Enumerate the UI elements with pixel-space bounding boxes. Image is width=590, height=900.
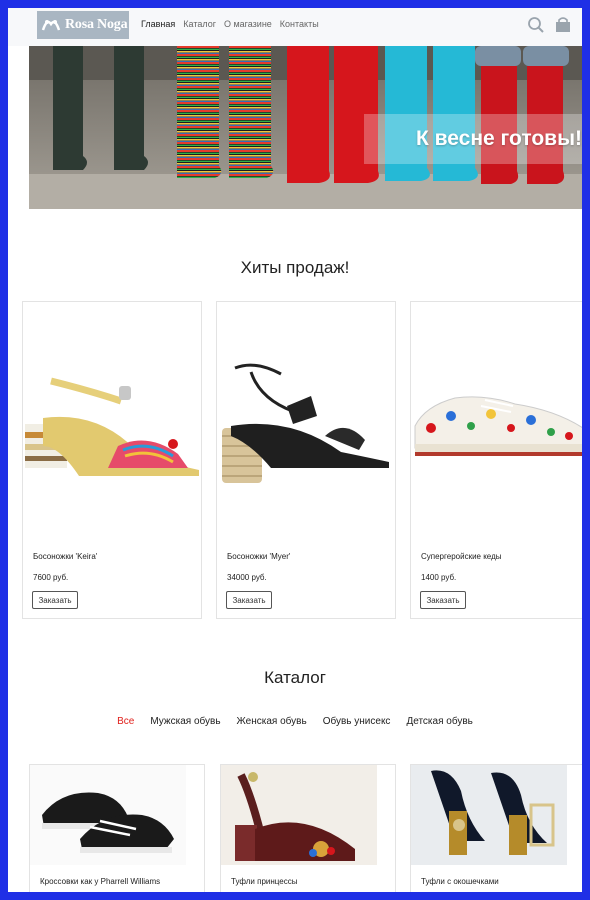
product-price: 1400 руб. <box>421 573 457 582</box>
order-button[interactable]: Заказать <box>420 591 466 609</box>
catalog-card[interactable]: Кроссовки как у Pharrell Williams <box>29 764 205 892</box>
filter-men[interactable]: Мужская обувь <box>150 716 220 727</box>
catalog-product-name: Кроссовки как у Pharrell Williams <box>40 877 161 886</box>
hero-headline: К весне готовы! <box>415 127 582 150</box>
search-icon[interactable] <box>527 16 545 34</box>
logo-mark-icon <box>41 20 61 31</box>
hero-headline-box: К весне готовы! <box>364 114 582 164</box>
sandal-keira-image <box>25 377 199 476</box>
product-card[interactable]: Супергеройские кеды 1400 руб. Заказать <box>410 301 582 619</box>
product-name: Босоножки 'Keira' <box>33 552 98 561</box>
product-name: Босоножки 'Myer' <box>227 552 291 561</box>
product-card[interactable]: Босоножки 'Myer' 34000 руб. Заказать <box>216 301 396 619</box>
product-name: Супергеройские кеды <box>421 552 502 561</box>
catalog-title: Каталог <box>264 668 326 687</box>
filter-women[interactable]: Женская обувь <box>237 716 307 727</box>
nav-contacts[interactable]: Контакты <box>280 19 319 29</box>
hits-title: Хиты продаж! <box>240 258 350 277</box>
order-button[interactable]: Заказать <box>32 591 78 609</box>
princess-shoes-image <box>221 765 377 865</box>
pharrell-sneakers-image <box>30 765 186 865</box>
nav-catalog[interactable]: Каталог <box>183 19 216 29</box>
product-price: 34000 руб. <box>227 573 267 582</box>
catalog-card[interactable]: Туфли с окошечками <box>410 764 582 892</box>
nav-about[interactable]: О магазине <box>224 19 272 29</box>
superhero-sneakers-image <box>414 396 582 456</box>
logo[interactable]: Rosa Noga <box>37 11 129 39</box>
catalog-product-name: Туфли с окошечками <box>421 877 499 886</box>
product-card[interactable]: Босоножки 'Keira' 7600 руб. Заказать <box>22 301 202 619</box>
shopping-bag-icon[interactable] <box>554 16 572 34</box>
window-shoes-image <box>411 765 567 865</box>
filter-all[interactable]: Все <box>117 716 134 727</box>
catalog-filters: Все Мужская обувь Женская обувь Обувь ун… <box>8 716 582 727</box>
product-price: 7600 руб. <box>33 573 69 582</box>
page: Rosa Noga Главная Каталог О магазине Кон… <box>8 8 582 892</box>
main-nav: Главная Каталог О магазине Контакты <box>141 19 319 29</box>
sandal-myer-image <box>222 363 389 483</box>
nav-home[interactable]: Главная <box>141 19 175 29</box>
order-button[interactable]: Заказать <box>226 591 272 609</box>
logo-text: Rosa Noga <box>65 17 128 32</box>
header: Rosa Noga Главная Каталог О магазине Кон… <box>8 8 582 46</box>
catalog-card[interactable]: Туфли принцессы <box>220 764 396 892</box>
filter-unisex[interactable]: Обувь унисекс <box>323 716 391 727</box>
filter-kids[interactable]: Детская обувь <box>406 716 472 727</box>
hero-banner[interactable]: К весне готовы! <box>29 46 582 209</box>
catalog-product-name: Туфли принцессы <box>231 877 298 886</box>
